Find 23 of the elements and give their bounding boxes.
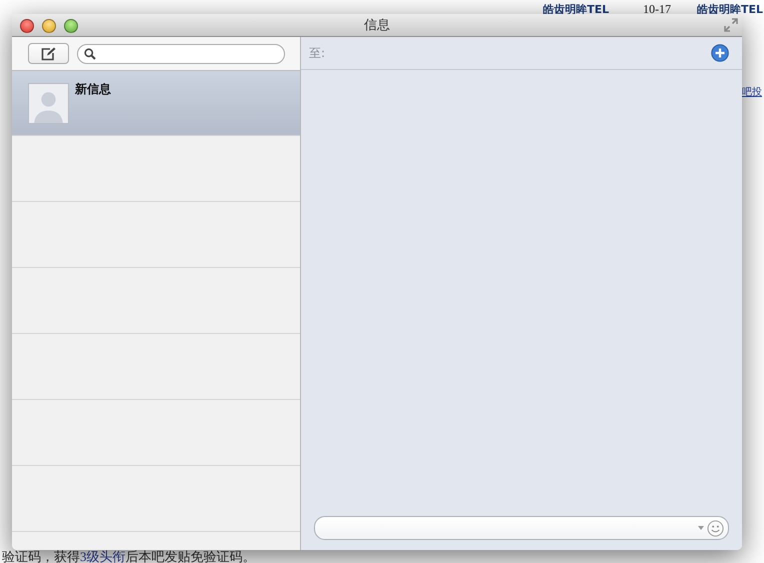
- conversation-name: 新信息: [75, 81, 111, 98]
- header-text: 皓齿明眸TEL: [543, 2, 610, 17]
- add-icon[interactable]: [711, 44, 729, 62]
- notice-text: 验证码，获得3级头衔后本吧发贴免验证码。: [2, 548, 256, 563]
- complaint-link[interactable]: 吧投: [742, 85, 762, 99]
- minimize-button[interactable]: [42, 19, 56, 33]
- close-button[interactable]: [20, 19, 34, 33]
- caret-icon[interactable]: [698, 526, 704, 530]
- search-icon: [84, 48, 96, 60]
- to-label: 至:: [309, 44, 326, 62]
- search-field[interactable]: [77, 44, 285, 64]
- rank-link[interactable]: 3级头衔: [80, 549, 126, 563]
- header-text: 10-17: [643, 2, 672, 17]
- conversation-item[interactable]: 新信息: [12, 71, 300, 136]
- header-text: 皓齿明眸TEL: [697, 2, 764, 17]
- smiley-icon[interactable]: [707, 520, 724, 536]
- compose-button[interactable]: [28, 43, 69, 64]
- fullscreen-icon[interactable]: [724, 18, 738, 32]
- zoom-button[interactable]: [64, 19, 78, 33]
- compose-icon: [40, 46, 56, 60]
- window-title: 信息: [364, 17, 390, 34]
- avatar-icon: [28, 83, 69, 124]
- message-field[interactable]: [314, 516, 729, 540]
